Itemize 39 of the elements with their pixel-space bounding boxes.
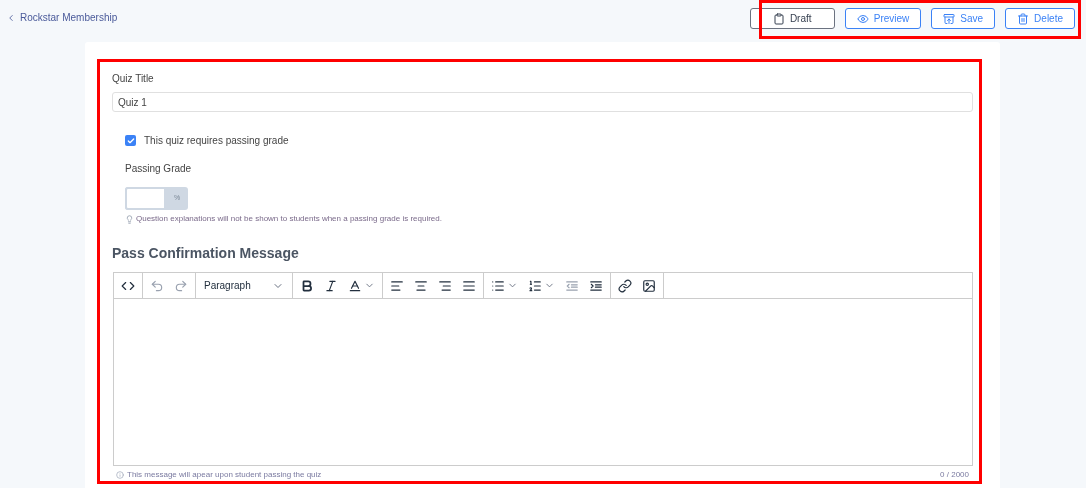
passing-grade-hint: Question explanations will not be shown to students when a passing grade is required. bbox=[136, 213, 442, 225]
check-icon bbox=[126, 136, 135, 145]
pass-message-heading: Pass Confirmation Message bbox=[112, 244, 299, 263]
clipboard-icon bbox=[772, 12, 785, 25]
numbered-list-icon bbox=[528, 278, 542, 293]
italic-icon bbox=[324, 278, 338, 293]
align-left-icon bbox=[390, 278, 404, 293]
tray-icon bbox=[943, 12, 956, 25]
save-button[interactable]: Save bbox=[931, 8, 996, 29]
link-icon bbox=[618, 278, 632, 293]
quiz-title-field[interactable]: Quiz 1 bbox=[112, 92, 973, 112]
chevron-left-icon bbox=[6, 12, 16, 23]
eye-icon bbox=[856, 12, 869, 25]
block-format-select[interactable]: Paragraph bbox=[200, 275, 288, 296]
passing-grade-checkbox[interactable] bbox=[125, 135, 136, 146]
align-justify-icon bbox=[462, 278, 476, 293]
character-counter: 0 / 2000 bbox=[940, 469, 969, 481]
trash-icon bbox=[1017, 12, 1030, 25]
bullet-list-icon bbox=[491, 278, 505, 293]
redo-icon bbox=[174, 278, 188, 293]
back-link[interactable]: Rockstar Membership bbox=[6, 10, 118, 25]
pass-message-note: This message will apear upon student passing the quiz bbox=[127, 469, 322, 481]
indent-icon bbox=[589, 278, 603, 293]
undo-icon bbox=[150, 278, 164, 293]
outdent-icon bbox=[565, 278, 579, 293]
preview-button[interactable]: Preview bbox=[844, 8, 922, 29]
bold-icon bbox=[300, 278, 314, 293]
align-center-icon bbox=[414, 278, 428, 293]
lightbulb-icon bbox=[125, 214, 134, 224]
quiz-title-label: Quiz Title bbox=[112, 72, 154, 86]
text-color-icon bbox=[348, 278, 362, 293]
rich-text-editor[interactable]: Paragraph bbox=[113, 272, 973, 466]
align-right-icon bbox=[438, 278, 452, 293]
info-icon bbox=[116, 471, 124, 479]
delete-button[interactable]: Delete bbox=[1005, 8, 1075, 29]
passing-grade-label: Passing Grade bbox=[125, 162, 192, 176]
image-icon bbox=[642, 278, 656, 293]
draft-button[interactable]: Draft bbox=[749, 8, 835, 29]
passing-grade-checkbox-label: This quiz requires passing grade bbox=[144, 134, 289, 148]
